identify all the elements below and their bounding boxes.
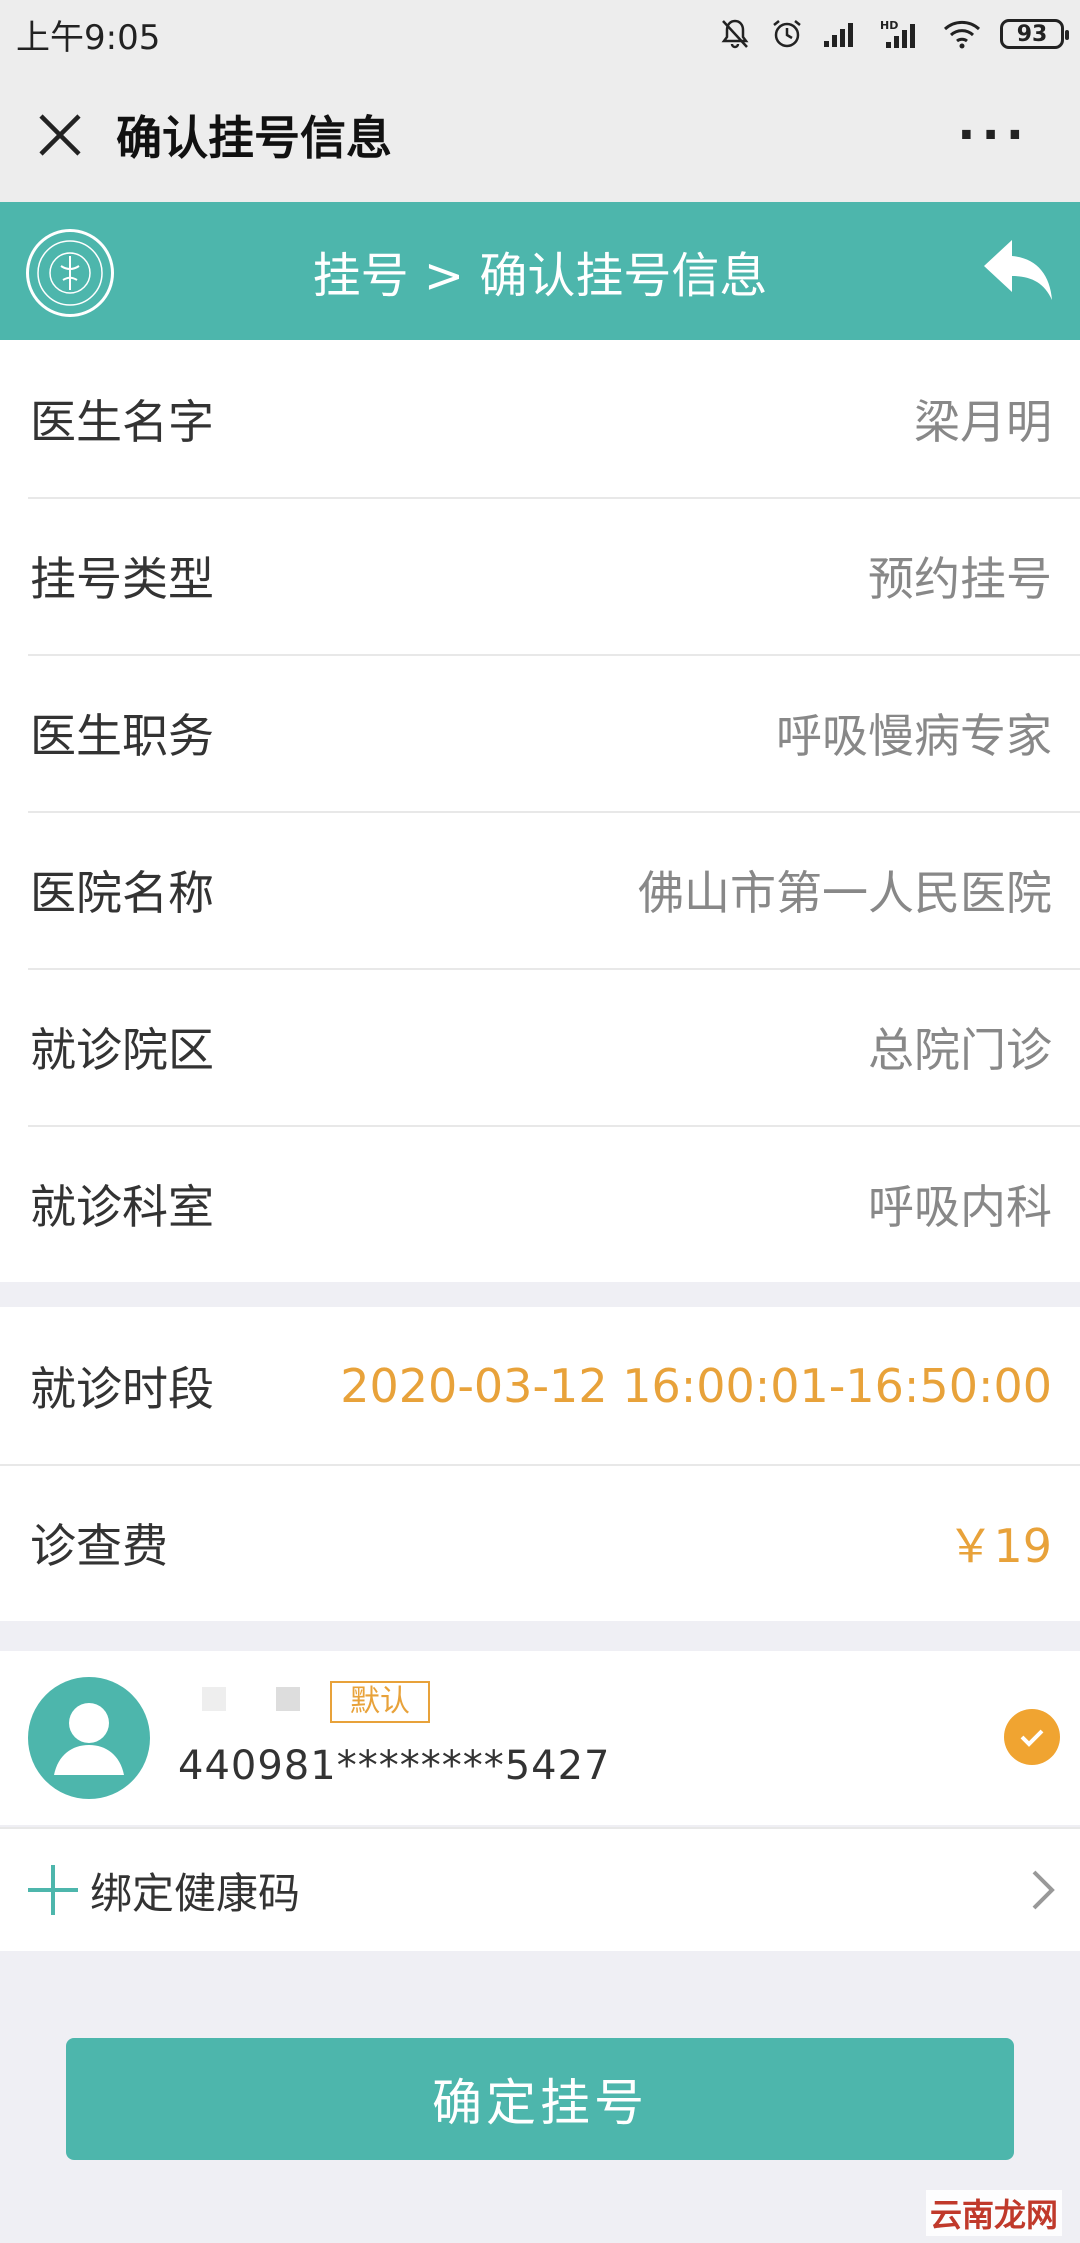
mute-icon	[721, 19, 749, 49]
battery-level: 93	[1016, 21, 1048, 47]
info-row-fee: 诊查费 ￥19	[0, 1464, 1080, 1621]
wifi-icon	[943, 20, 981, 49]
close-button[interactable]	[30, 105, 90, 165]
confirm-registration-button[interactable]: 确定挂号	[66, 2038, 1014, 2160]
more-icon: ···	[957, 107, 1030, 163]
back-arrow-icon	[984, 240, 1052, 300]
patient-name-masked	[202, 1687, 226, 1711]
info-row-doctor-name: 医生名字 梁月明	[0, 340, 1080, 497]
hospital-logo	[26, 229, 114, 317]
info-row-visit-time: 就诊时段 2020-03-12 16:00:01-16:50:00	[0, 1307, 1080, 1464]
avatar	[28, 1677, 150, 1799]
patient-name-masked	[276, 1687, 300, 1711]
plus-icon	[28, 1865, 78, 1915]
info-value: 预约挂号	[868, 551, 1052, 606]
title-bar: 确认挂号信息 ···	[0, 68, 1080, 202]
breadcrumb: 挂号 > 确认挂号信息	[312, 248, 768, 304]
info-value: 总院门诊	[868, 1022, 1052, 1077]
info-label: 医院名称	[30, 865, 214, 920]
selected-check[interactable]	[1004, 1709, 1060, 1765]
bind-health-code-label: 绑定健康码	[90, 1868, 301, 1918]
patient-id-number: 440981********5427	[178, 1743, 611, 1789]
info-label: 医生职务	[30, 708, 214, 763]
user-icon	[54, 1703, 124, 1775]
chevron-right-icon	[1032, 1870, 1055, 1910]
teal-header: 挂号 > 确认挂号信息	[0, 202, 1080, 340]
status-icons: HD 93	[718, 17, 1069, 51]
patient-card[interactable]: 默认 440981********5427	[0, 1651, 1080, 1825]
time-fee-group: 就诊时段 2020-03-12 16:00:01-16:50:00 诊查费 ￥1…	[0, 1307, 1080, 1621]
info-label: 挂号类型	[30, 551, 214, 606]
info-row-registration-type: 挂号类型 预约挂号	[0, 497, 1080, 654]
info-label: 诊查费	[30, 1518, 168, 1573]
info-label: 医生名字	[30, 394, 214, 449]
close-icon	[39, 114, 81, 156]
svg-text:HD: HD	[880, 19, 898, 32]
info-value: 佛山市第一人民医院	[638, 865, 1052, 920]
info-label: 就诊科室	[30, 1179, 214, 1234]
hospital-logo-icon	[37, 240, 103, 306]
visit-time-value: 2020-03-12 16:00:01-16:50:00	[340, 1358, 1052, 1413]
status-bar: 上午9:05 HD 93	[0, 0, 1080, 68]
page-title: 确认挂号信息	[116, 111, 392, 165]
info-label: 就诊时段	[30, 1361, 214, 1416]
info-value: 呼吸内科	[868, 1179, 1052, 1234]
info-row-campus: 就诊院区 总院门诊	[0, 968, 1080, 1125]
info-label: 就诊院区	[30, 1022, 214, 1077]
fee-value: ￥19	[947, 1518, 1052, 1573]
default-badge: 默认	[330, 1681, 430, 1723]
alarm-icon	[773, 20, 801, 48]
signal-icon	[824, 23, 853, 47]
watermark: 云南龙网	[925, 2190, 1062, 2236]
bind-health-code-row[interactable]: 绑定健康码	[0, 1827, 1080, 1951]
status-time: 上午9:05	[16, 17, 161, 58]
check-icon	[1020, 1729, 1044, 1747]
info-row-department: 就诊科室 呼吸内科	[0, 1125, 1080, 1282]
battery-icon: 93	[1000, 19, 1069, 49]
hd-signal-icon: HD	[880, 19, 915, 48]
back-button[interactable]	[980, 236, 1056, 306]
more-button[interactable]: ···	[957, 107, 1030, 163]
info-value: 呼吸慢病专家	[776, 708, 1052, 763]
info-row-doctor-title: 医生职务 呼吸慢病专家	[0, 654, 1080, 811]
doctor-info-group: 医生名字 梁月明 挂号类型 预约挂号 医生职务 呼吸慢病专家 医院名称 佛山市第…	[0, 340, 1080, 1282]
info-value: 梁月明	[914, 394, 1052, 449]
info-row-hospital-name: 医院名称 佛山市第一人民医院	[0, 811, 1080, 968]
